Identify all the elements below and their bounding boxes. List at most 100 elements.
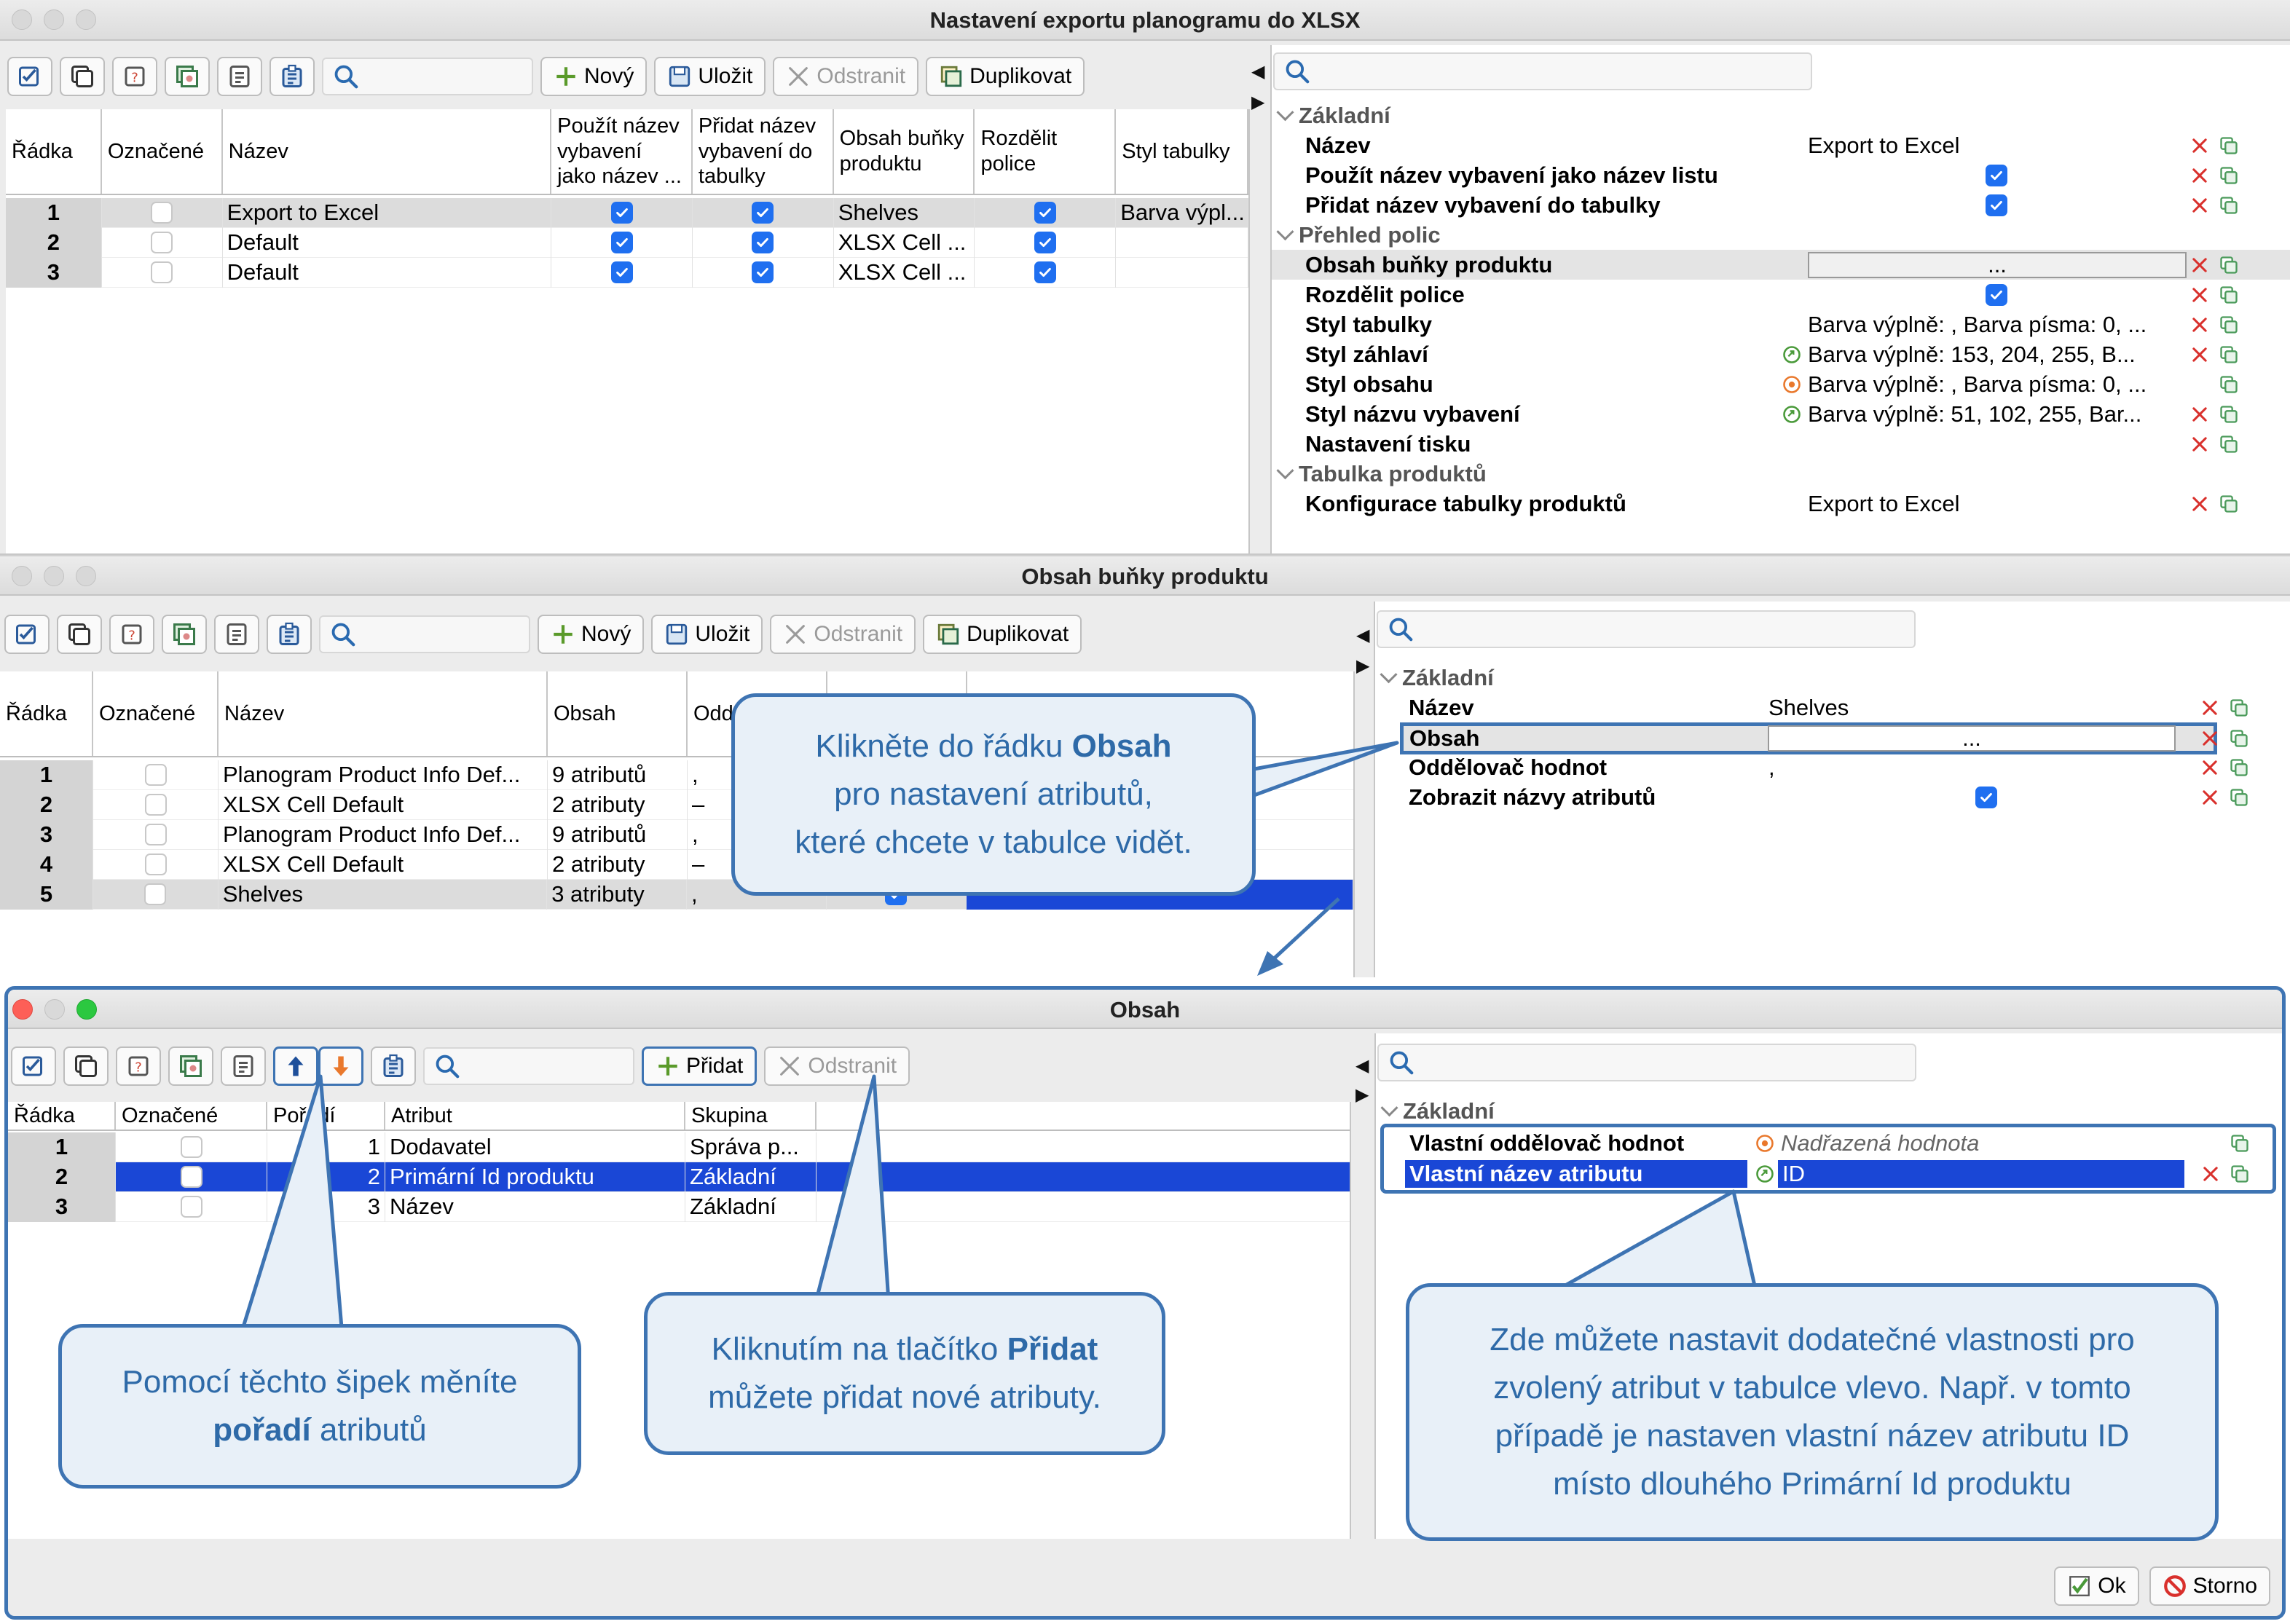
clipboard-button[interactable] [267,615,312,654]
image-button[interactable] [162,615,207,654]
table-row[interactable]: 3 3 Název Základní [8,1191,1350,1222]
checkbox-checked[interactable] [752,202,774,224]
checkbox-checked[interactable] [1986,194,2007,216]
new-button[interactable]: Nový [540,57,648,96]
section-zakladni[interactable]: Základní [1383,1098,1495,1124]
section-prehled-polic[interactable]: Přehled polic [1279,222,1441,248]
marked-checkbox[interactable] [151,232,173,253]
list-button[interactable] [214,615,259,654]
checkbox-checked[interactable] [610,202,633,224]
copy-icon[interactable] [2219,374,2239,395]
copy-icon[interactable] [2219,285,2239,305]
prop-value[interactable]: Nadřazená hodnota [1781,1130,1979,1156]
table-row[interactable]: 1 Export to Excel Shelves Barva výpl... [6,197,1249,228]
duplicate-button[interactable]: Duplikovat [923,615,1082,654]
copy-icon[interactable] [2230,1133,2250,1154]
col-oznacene[interactable]: Označené [93,671,219,756]
prop-value[interactable]: Export to Excel [1808,133,1959,159]
marked-checkbox[interactable] [180,1136,202,1158]
checkbox-checked[interactable] [610,261,633,283]
copy-icon[interactable] [2219,135,2239,156]
add-button[interactable]: Přidat [642,1046,758,1086]
select-all-button[interactable] [4,615,50,654]
col-skupina[interactable]: Skupina [685,1102,817,1130]
marked-checkbox[interactable] [144,854,167,875]
clear-icon[interactable] [2189,285,2210,305]
prop-value[interactable]: Export to Excel [1808,491,1959,517]
prop-value[interactable]: Barva výplně: , Barva písma: 0, ... [1808,371,2147,398]
col-obsah[interactable]: Obsah [548,671,688,756]
col-style[interactable]: Styl tabulky [1116,109,1249,194]
col-nazev[interactable]: Název [223,109,552,194]
section-tabulka-produktu[interactable]: Tabulka produktů [1279,461,1487,487]
move-down-button[interactable] [318,1046,363,1086]
marked-checkbox[interactable] [144,883,167,905]
clear-icon[interactable] [2189,255,2210,275]
copy-icon[interactable] [2229,728,2249,749]
col-content[interactable]: Obsah buňky produktu [834,109,975,194]
clear-icon[interactable] [2189,135,2210,156]
marked-checkbox[interactable] [151,261,173,283]
ok-button[interactable]: Ok [2054,1566,2139,1606]
copy-icon[interactable] [2229,757,2249,778]
col-nazev[interactable]: Název [219,671,548,756]
col-radka[interactable]: Řádka [0,671,93,756]
section-zakladni[interactable]: Základní [1279,103,1390,129]
help-button[interactable] [109,615,154,654]
col-use-name[interactable]: Použít název vybavení jako název ... [551,109,693,194]
col-atribut[interactable]: Atribut [385,1102,685,1130]
move-up-button[interactable] [273,1046,318,1086]
col-radka[interactable]: Řádka [6,109,102,194]
prop-value[interactable]: Barva výplně: 51, 102, 255, Bar... [1808,401,2141,427]
marked-checkbox[interactable] [180,1196,202,1218]
clear-icon[interactable] [2200,757,2220,778]
clear-icon[interactable] [2189,195,2210,216]
clear-icon[interactable] [2189,434,2210,454]
select-all-button[interactable] [7,57,52,96]
checkbox-checked[interactable] [1034,261,1056,283]
search-input[interactable] [319,615,530,653]
collapse-left-icon[interactable]: ◀ [1251,61,1264,82]
marked-checkbox[interactable] [144,764,167,786]
ellipsis-button[interactable]: ... [1768,725,2176,752]
checkbox-checked[interactable] [752,261,774,283]
copy-icon[interactable] [2219,195,2239,216]
copy-icon[interactable] [2219,494,2239,514]
checkbox-checked[interactable] [1986,164,2007,186]
clear-icon[interactable] [2189,404,2210,425]
remove-button[interactable]: Odstranit [770,615,916,654]
copy-icon[interactable] [2219,165,2239,186]
clear-icon[interactable] [2200,787,2220,808]
save-button[interactable]: Uložit [651,615,763,654]
marked-checkbox[interactable] [151,202,173,224]
marked-checkbox[interactable] [144,824,167,845]
clear-icon[interactable] [2189,165,2210,186]
collapse-right-icon[interactable]: ▶ [1251,92,1264,112]
prop-value[interactable]: Barva výplně: , Barva písma: 0, ... [1808,312,2147,338]
copy-icon[interactable] [2219,255,2239,275]
table-row[interactable]: 1 1 Dodavatel Správa p... [8,1132,1350,1162]
copy-button[interactable] [63,1046,109,1086]
prop-value[interactable]: Barva výplně: 153, 204, 255, B... [1808,342,2136,368]
search-input[interactable] [322,58,533,95]
clear-icon[interactable] [2200,728,2220,749]
col-poradi[interactable]: Pořadí [267,1102,385,1130]
col-add-name[interactable]: Přidat název vybavení do tabulky [693,109,834,194]
clear-icon[interactable] [2189,344,2210,365]
table-row[interactable]: 2 2 Primární Id produktu Základní [8,1162,1350,1192]
save-button[interactable]: Uložit [654,57,766,96]
collapse-left-icon[interactable]: ◀ [1356,625,1369,645]
col-split[interactable]: Rozdělit police [975,109,1117,194]
new-button[interactable]: Nový [538,615,645,654]
checkbox-checked[interactable] [1034,232,1056,253]
duplicate-button[interactable]: Duplikovat [926,57,1085,96]
clipboard-button[interactable] [371,1046,416,1086]
collapse-right-icon[interactable]: ▶ [1355,1084,1369,1105]
marked-checkbox[interactable] [144,794,167,816]
image-button[interactable] [165,57,210,96]
copy-button[interactable] [57,615,102,654]
copy-icon[interactable] [2219,404,2239,425]
remove-button[interactable]: Odstranit [764,1046,910,1086]
clipboard-button[interactable] [269,57,315,96]
properties-search-input[interactable] [1273,52,1812,90]
